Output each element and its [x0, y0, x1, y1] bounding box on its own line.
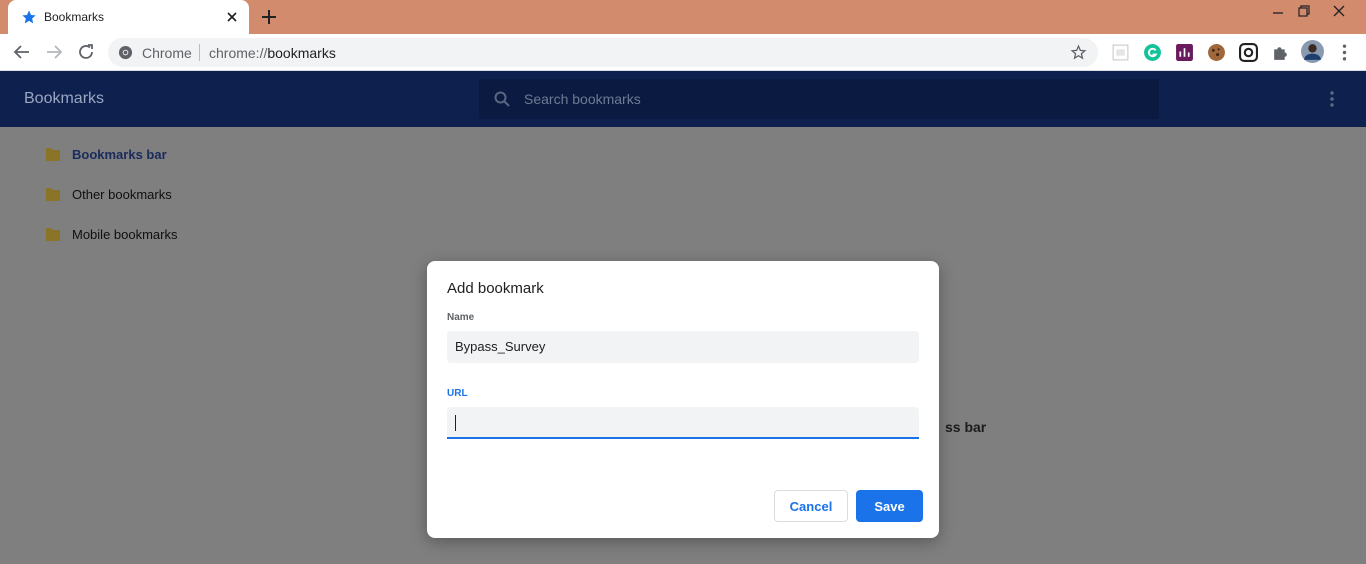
new-tab-icon[interactable]: [259, 7, 279, 27]
grammarly-icon[interactable]: [1143, 43, 1162, 62]
bookmark-star-outline-icon[interactable]: [1070, 44, 1087, 61]
title-bar: Bookmarks: [0, 0, 1366, 34]
name-field[interactable]: Bypass_Survey: [447, 331, 919, 363]
folder-icon: [46, 188, 60, 201]
search-icon: [494, 91, 510, 107]
minimize-icon[interactable]: [1270, 3, 1286, 19]
dialog-title: Add bookmark: [447, 280, 544, 297]
background-text: ss bar: [945, 419, 987, 435]
sidebar-item-label: Bookmarks bar: [72, 146, 167, 162]
vpn-icon[interactable]: [1239, 43, 1258, 62]
chrome-logo-icon: [118, 45, 133, 60]
back-arrow-icon[interactable]: [12, 42, 32, 62]
close-icon[interactable]: [224, 9, 240, 25]
search-placeholder: Search bookmarks: [524, 91, 641, 107]
url-text: chrome://bookmarks: [209, 45, 336, 61]
page-title: Bookmarks: [24, 90, 105, 107]
sidebar-item-bookmarks-bar[interactable]: Bookmarks bar: [44, 143, 167, 165]
browser-tab[interactable]: Bookmarks: [8, 0, 249, 34]
folder-icon: [46, 228, 60, 241]
chrome-menu-icon[interactable]: [1335, 43, 1354, 62]
puzzle-icon[interactable]: [1271, 43, 1290, 62]
forward-arrow-icon[interactable]: [44, 42, 64, 62]
cancel-button[interactable]: Cancel: [774, 490, 848, 522]
omnibox-divider: [199, 44, 200, 61]
browser-toolbar: Chrome chrome://bookmarks: [0, 34, 1366, 71]
url-label: URL: [447, 388, 468, 399]
site-label: Chrome: [142, 45, 192, 61]
name-label: Name: [447, 312, 475, 323]
address-bar[interactable]: Chrome chrome://bookmarks: [108, 38, 1098, 67]
analytics-icon[interactable]: [1175, 43, 1194, 62]
reader-icon[interactable]: [1111, 43, 1130, 62]
sidebar-item-mobile-bookmarks[interactable]: Mobile bookmarks: [44, 223, 178, 245]
cookie-icon[interactable]: [1207, 43, 1226, 62]
url-field[interactable]: [447, 407, 919, 439]
folder-icon: [46, 148, 60, 161]
bookmark-star-icon: [22, 10, 36, 24]
profile-avatar[interactable]: [1301, 40, 1324, 63]
window-close-icon[interactable]: [1331, 3, 1347, 19]
url-path: bookmarks: [267, 45, 336, 61]
url-prefix: chrome://: [209, 45, 268, 61]
restore-icon[interactable]: [1296, 3, 1312, 19]
sidebar-item-label: Other bookmarks: [72, 186, 172, 202]
more-options-icon[interactable]: [1322, 89, 1342, 109]
sidebar-item-other-bookmarks[interactable]: Other bookmarks: [44, 183, 172, 205]
add-bookmark-dialog: Add bookmark Name Bypass_Survey URL Canc…: [427, 261, 939, 538]
search-input[interactable]: Search bookmarks: [479, 79, 1159, 119]
bookmarks-header: Bookmarks Search bookmarks: [0, 71, 1366, 127]
save-button[interactable]: Save: [856, 490, 923, 522]
tab-title: Bookmarks: [44, 10, 105, 24]
text-caret: [455, 415, 456, 431]
reload-icon[interactable]: [76, 42, 96, 62]
sidebar-item-label: Mobile bookmarks: [72, 226, 178, 242]
